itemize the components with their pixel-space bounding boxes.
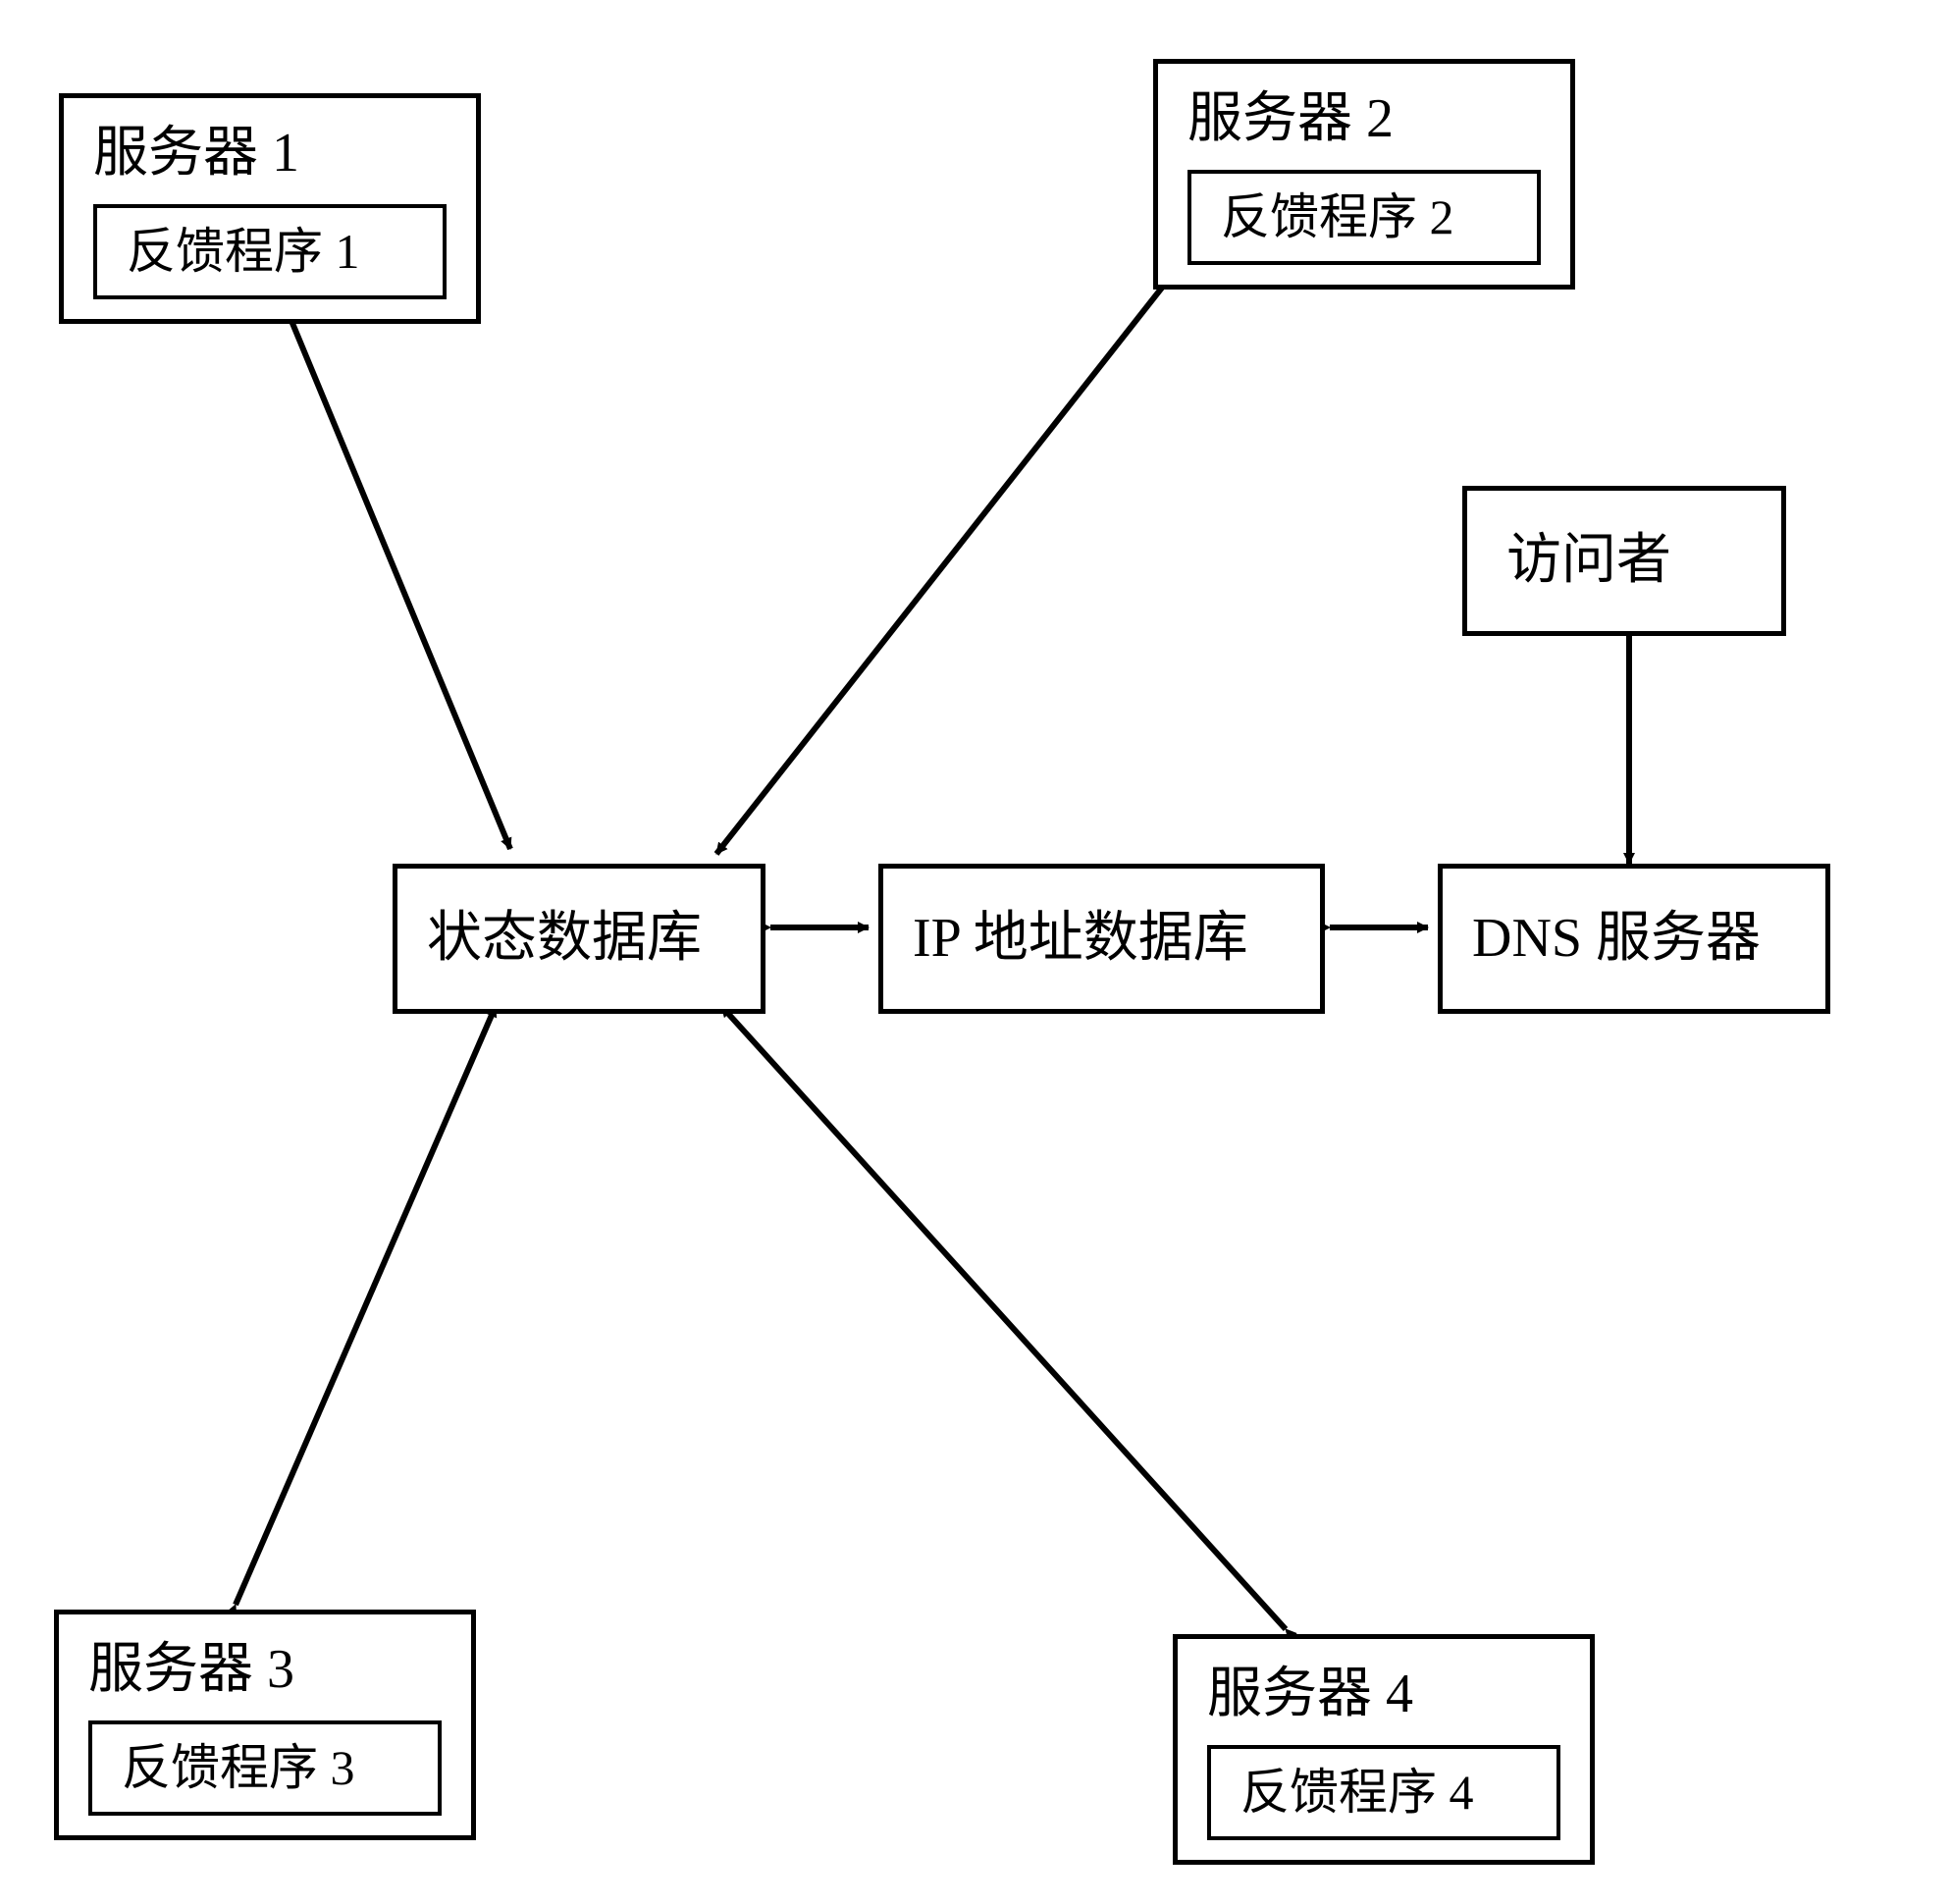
visitor-box: 访问者 — [1462, 486, 1786, 636]
server-1-feedback: 反馈程序 1 — [93, 204, 447, 299]
dns-label: DNS 服务器 — [1472, 908, 1761, 969]
server-3-feedback: 反馈程序 3 — [88, 1720, 442, 1816]
server-3-title: 服务器 3 — [88, 1634, 442, 1706]
server-2-box: 服务器 2 反馈程序 2 — [1153, 59, 1575, 290]
server-2-feedback: 反馈程序 2 — [1187, 170, 1541, 265]
server-3-box: 服务器 3 反馈程序 3 — [54, 1610, 476, 1840]
ip-db-label: IP 地址数据库 — [913, 908, 1248, 969]
server-4-title: 服务器 4 — [1207, 1659, 1560, 1730]
status-db-box: 状态数据库 — [393, 864, 765, 1014]
ip-db-box: IP 地址数据库 — [878, 864, 1325, 1014]
server-4-feedback: 反馈程序 4 — [1207, 1745, 1560, 1840]
server-1-title: 服务器 1 — [93, 118, 447, 189]
status-db-label: 状态数据库 — [427, 908, 702, 969]
server-4-box: 服务器 4 反馈程序 4 — [1173, 1634, 1595, 1865]
server-1-box: 服务器 1 反馈程序 1 — [59, 93, 481, 324]
server-2-title: 服务器 2 — [1187, 83, 1541, 155]
dns-box: DNS 服务器 — [1438, 864, 1830, 1014]
visitor-label: 访问者 — [1506, 530, 1671, 591]
